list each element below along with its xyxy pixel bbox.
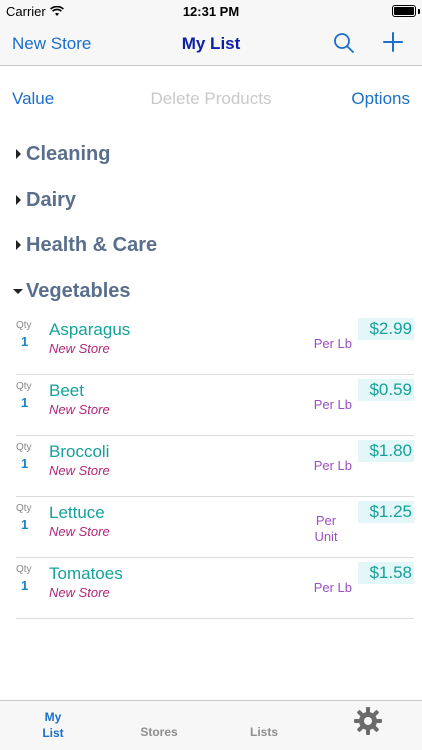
qty-value[interactable]: 1: [21, 517, 28, 532]
product-store: New Store: [49, 585, 110, 600]
expand-arrow-icon: [12, 139, 24, 169]
product-store: New Store: [49, 524, 110, 539]
unit-line-1: Per: [315, 513, 337, 528]
battery-tip: [418, 9, 420, 14]
category-vegetables[interactable]: Vegetables: [12, 276, 131, 306]
product-row[interactable]: Qty 1 Lettuce New Store Per Unit $1.25: [16, 497, 414, 558]
tab-my-list-line-2: List: [42, 726, 64, 740]
product-name: Tomatoes: [49, 564, 123, 583]
product-store: New Store: [49, 463, 110, 478]
product-price[interactable]: $1.25: [358, 501, 414, 523]
product-unit: Per Lb: [313, 336, 352, 351]
list-toolbar: Value Delete Products Options: [0, 86, 422, 110]
expand-arrow-icon: [12, 230, 24, 260]
qty-label: Qty: [16, 320, 32, 331]
tab-lists[interactable]: Lists: [234, 701, 294, 750]
qty-value[interactable]: 1: [21, 334, 28, 349]
category-label: Health & Care: [26, 233, 158, 256]
product-row[interactable]: Qty 1 Tomatoes New Store Per Lb $1.58: [16, 558, 414, 619]
tab-my-list-line-1: My: [44, 710, 62, 724]
battery-icon: [392, 5, 416, 17]
product-store: New Store: [49, 341, 110, 356]
product-price[interactable]: $1.80: [358, 440, 414, 462]
qty-value[interactable]: 1: [21, 395, 28, 410]
product-name: Broccoli: [49, 442, 110, 461]
category-label: Dairy: [26, 188, 77, 211]
product-unit: Per Unit: [302, 513, 350, 545]
qty-label: Qty: [16, 442, 32, 453]
page-title: My List: [181, 34, 241, 53]
category-health-care[interactable]: Health & Care: [12, 230, 157, 260]
gear-icon: [354, 707, 382, 735]
qty-label: Qty: [16, 381, 32, 392]
product-row[interactable]: Qty 1 Broccoli New Store Per Lb $1.80: [16, 436, 414, 497]
category-dairy[interactable]: Dairy: [12, 185, 76, 215]
product-price[interactable]: $1.58: [358, 562, 414, 584]
unit-line-2: Unit: [314, 529, 338, 544]
product-unit: Per Lb: [313, 580, 352, 595]
product-price[interactable]: $2.99: [358, 318, 414, 340]
product-store: New Store: [49, 402, 110, 417]
product-name: Lettuce: [49, 503, 105, 522]
plus-icon[interactable]: [382, 31, 404, 53]
product-unit: Per Lb: [313, 397, 352, 412]
category-cleaning[interactable]: Cleaning: [12, 139, 110, 169]
tab-bar: My List Stores Lists: [0, 700, 422, 750]
tab-settings[interactable]: [350, 701, 386, 750]
product-name: Beet: [49, 381, 84, 400]
product-price[interactable]: $0.59: [358, 379, 414, 401]
search-icon[interactable]: [333, 32, 355, 54]
product-unit: Per Lb: [313, 458, 352, 473]
qty-label: Qty: [16, 564, 32, 575]
tab-my-list[interactable]: My List: [30, 701, 76, 750]
product-row[interactable]: Qty 1 Beet New Store Per Lb $0.59: [16, 375, 414, 436]
navigation-bar: New Store My List: [0, 22, 422, 66]
expand-arrow-icon: [12, 185, 24, 215]
qty-label: Qty: [16, 503, 32, 514]
category-label: Vegetables: [26, 279, 131, 302]
tab-stores[interactable]: Stores: [128, 701, 190, 750]
qty-value[interactable]: 1: [21, 578, 28, 593]
qty-value[interactable]: 1: [21, 456, 28, 471]
collapse-arrow-icon: [12, 276, 24, 306]
status-bar: Carrier 12:31 PM: [0, 0, 422, 22]
product-row[interactable]: Qty 1 Asparagus New Store Per Lb $2.99: [16, 314, 414, 375]
status-time: 12:31 PM: [182, 4, 240, 19]
category-label: Cleaning: [26, 142, 111, 165]
battery-fill: [394, 7, 414, 15]
product-name: Asparagus: [49, 320, 131, 339]
options-button[interactable]: Options: [351, 89, 410, 109]
